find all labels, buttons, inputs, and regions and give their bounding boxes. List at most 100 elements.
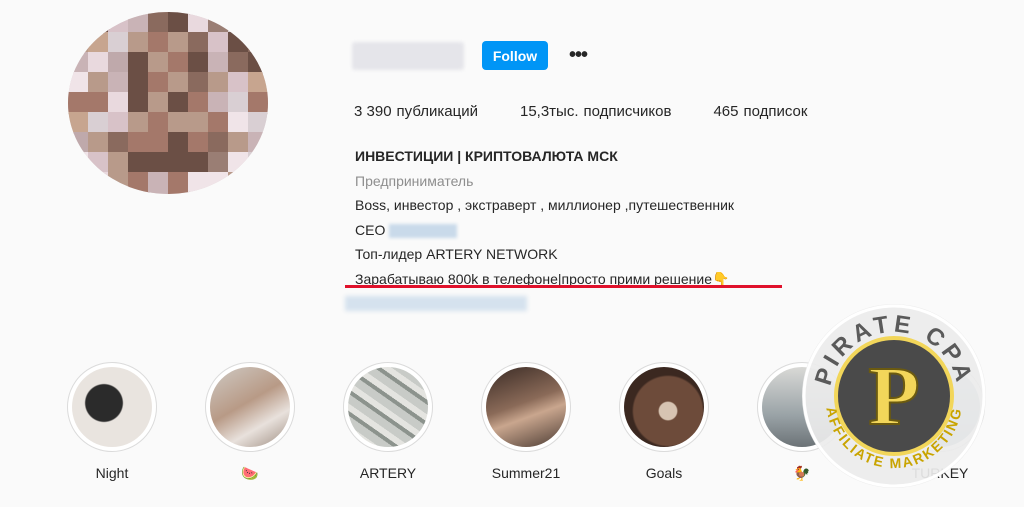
avatar-pixel <box>108 52 130 74</box>
avatar-pixel <box>128 172 150 194</box>
avatar-pixel <box>168 32 190 54</box>
avatar-pixel <box>188 112 210 134</box>
avatar-pixel <box>188 172 210 194</box>
avatar-pixel <box>68 112 90 134</box>
avatar-pixel <box>188 152 210 174</box>
avatar-pixel <box>248 32 268 54</box>
avatar-pixel <box>88 112 110 134</box>
avatar-pixel <box>208 32 230 54</box>
avatar-pixel <box>128 32 150 54</box>
highlight-cover-image <box>624 367 704 447</box>
avatar-pixel <box>148 32 170 54</box>
stat-followers[interactable]: 15,3тыс. подписчиков <box>520 103 671 120</box>
highlight-label: Goals <box>645 465 683 481</box>
stat-following-value: 465 <box>713 103 739 120</box>
avatar-pixel <box>168 92 190 114</box>
highlight-night[interactable]: Night <box>66 362 158 481</box>
avatar-pixel <box>168 112 190 134</box>
avatar-pixel <box>208 132 230 154</box>
stat-following-label: подписок <box>743 103 808 120</box>
avatar-pixel <box>148 132 170 154</box>
avatar-pixel <box>208 72 230 94</box>
avatar-pixel <box>168 72 190 94</box>
avatar-pixel <box>108 152 130 174</box>
stat-posts-label: публикаций <box>396 103 478 120</box>
avatar-pixel <box>108 32 130 54</box>
avatar-pixel <box>148 172 170 194</box>
avatar-pixel <box>248 172 268 194</box>
avatar-pixel <box>128 152 150 174</box>
highlight-cover-image <box>348 367 428 447</box>
avatar-pixel <box>248 12 268 34</box>
avatar-pixel <box>68 52 90 74</box>
avatar-pixel <box>168 172 190 194</box>
avatar-pixel <box>148 92 170 114</box>
avatar-pixel <box>228 172 250 194</box>
avatar-pixel <box>228 12 250 34</box>
avatar-pixel <box>68 152 90 174</box>
avatar-pixel <box>88 152 110 174</box>
red-underline <box>345 285 782 288</box>
avatar-pixel <box>188 92 210 114</box>
highlight-watermelon[interactable]: 🍉 <box>204 362 296 482</box>
avatar-pixel <box>88 92 110 114</box>
avatar-pixel <box>168 52 190 74</box>
avatar-pixel <box>108 112 130 134</box>
avatar-pixel <box>228 72 250 94</box>
avatar-pixel <box>168 132 190 154</box>
more-options-icon[interactable]: ••• <box>566 42 590 68</box>
avatar-pixel <box>88 72 110 94</box>
avatar-pixel <box>68 72 90 94</box>
avatar-pixel <box>148 152 170 174</box>
stat-following[interactable]: 465 подписок <box>713 103 807 120</box>
avatar-pixel <box>128 92 150 114</box>
avatar-pixel <box>208 172 230 194</box>
avatar-pixel <box>148 72 170 94</box>
stat-followers-value: 15,3тыс. <box>519 103 579 120</box>
profile-avatar[interactable] <box>68 12 268 194</box>
pirate-cpa-watermark: PIRATE CPA AFFILIATE MARKETING P <box>802 304 986 488</box>
highlight-cover-image <box>486 367 566 447</box>
avatar-pixel <box>108 132 130 154</box>
bio-blurred-company <box>389 223 458 238</box>
avatar-pixel <box>128 132 150 154</box>
avatar-pixel <box>248 112 268 134</box>
avatar-pixel <box>148 12 170 34</box>
avatar-pixel <box>248 72 268 94</box>
highlight-label: Night <box>95 465 129 481</box>
highlight-goals[interactable]: Goals <box>618 362 710 481</box>
avatar-pixel <box>88 52 110 74</box>
avatar-pixel <box>248 152 268 174</box>
avatar-pixel <box>188 52 210 74</box>
avatar-pixel <box>248 132 268 154</box>
highlight-label: Summer21 <box>491 465 561 481</box>
bio-link-blurred[interactable] <box>345 296 527 311</box>
avatar-pixel <box>168 12 190 34</box>
bio-category: Предприниматель <box>355 172 474 189</box>
avatar-pixel <box>188 72 210 94</box>
stat-posts[interactable]: 3 390 публикаций <box>354 103 478 120</box>
avatar-pixel <box>128 112 150 134</box>
avatar-pixel <box>88 32 110 54</box>
avatar-pixel <box>68 92 90 114</box>
avatar-pixel <box>148 52 170 74</box>
bio-line-3: Топ-лидер ARTERY NETWORK <box>355 246 558 262</box>
profile-bio: ИНВЕСТИЦИИ | КРИПТОВАЛЮТА МСК Предприним… <box>355 144 734 291</box>
avatar-pixel <box>68 172 90 194</box>
avatar-pixel <box>228 52 250 74</box>
avatar-pixel <box>248 92 268 114</box>
avatar-pixel <box>228 32 250 54</box>
highlight-artery[interactable]: ARTERY <box>342 362 434 481</box>
avatar-pixel <box>168 152 190 174</box>
follow-button[interactable]: Follow <box>482 41 548 70</box>
avatar-pixel <box>228 92 250 114</box>
highlight-summer21[interactable]: Summer21 <box>480 362 572 481</box>
avatar-pixel <box>188 132 210 154</box>
avatar-pixel <box>68 12 90 34</box>
avatar-pixel <box>208 52 230 74</box>
avatar-pixel <box>88 132 110 154</box>
avatar-pixel <box>108 12 130 34</box>
stat-posts-value: 3 390 <box>354 103 392 120</box>
highlight-label: ARTERY <box>359 465 417 481</box>
avatar-pixel <box>208 92 230 114</box>
